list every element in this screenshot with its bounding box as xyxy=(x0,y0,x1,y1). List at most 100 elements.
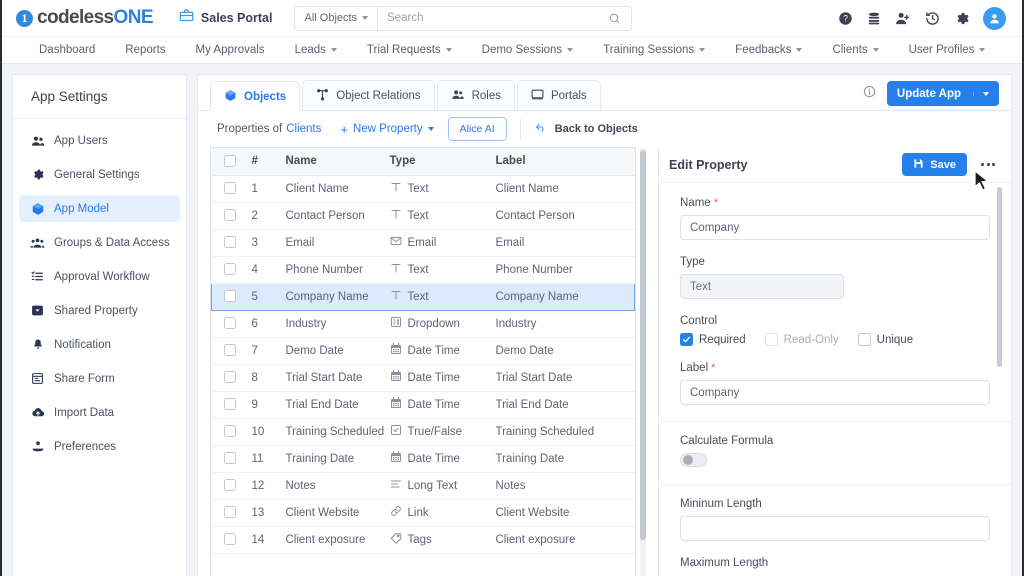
nav-item-dashboard[interactable]: Dashboard xyxy=(24,37,110,63)
row-select-cell[interactable] xyxy=(211,391,248,419)
back-to-objects-button[interactable]: Back to Objects xyxy=(534,122,638,137)
row-checkbox[interactable] xyxy=(223,344,236,357)
avatar[interactable] xyxy=(983,6,1006,30)
sidebar-item-share-form[interactable]: Share Form xyxy=(19,365,180,392)
row-name-cell[interactable]: Client Website xyxy=(285,499,390,527)
row-checkbox[interactable] xyxy=(223,290,236,303)
sidebar-item-groups-data-access[interactable]: Groups & Data Access xyxy=(19,229,180,256)
row-select-cell[interactable] xyxy=(211,364,248,392)
search-icon[interactable] xyxy=(608,12,631,25)
row-select-cell[interactable] xyxy=(211,202,248,230)
row-checkbox[interactable] xyxy=(223,317,236,330)
nav-item-leads[interactable]: Leads xyxy=(280,37,352,63)
table-row[interactable]: 10 Training Scheduled True/False Training S… xyxy=(211,418,635,446)
sidebar-item-import-data[interactable]: Import Data xyxy=(19,399,180,426)
select-all-checkbox[interactable] xyxy=(223,155,236,168)
row-select-cell[interactable] xyxy=(211,310,248,338)
sidebar-item-general-settings[interactable]: General Settings xyxy=(19,161,180,188)
row-name-cell[interactable]: Client exposure xyxy=(285,526,390,554)
save-button[interactable]: Save xyxy=(902,153,967,176)
row-name-cell[interactable]: Email xyxy=(285,229,390,257)
app-logo[interactable]: 1 codelessONE xyxy=(16,7,154,29)
row-name-cell[interactable]: Phone Number xyxy=(285,256,390,284)
row-name-cell[interactable]: Demo Date xyxy=(285,337,390,365)
sidebar-item-preferences[interactable]: Preferences xyxy=(19,433,180,460)
row-checkbox[interactable] xyxy=(223,209,236,222)
more-horizontal-icon[interactable] xyxy=(977,157,999,172)
nav-item-reports[interactable]: Reports xyxy=(110,37,180,63)
sidebar-item-app-users[interactable]: App Users xyxy=(19,127,180,154)
row-name-cell[interactable]: Training Date xyxy=(285,445,390,473)
new-property-button[interactable]: + New Property xyxy=(340,123,434,136)
add-user-icon[interactable] xyxy=(895,11,911,26)
row-select-cell[interactable] xyxy=(211,337,248,365)
row-select-cell[interactable] xyxy=(211,282,248,311)
update-app-dropdown[interactable] xyxy=(973,91,989,96)
table-scrollbar[interactable] xyxy=(640,148,646,576)
row-name-cell[interactable]: Industry xyxy=(285,310,390,338)
select-all-header[interactable] xyxy=(211,148,248,176)
minimum-length-field[interactable] xyxy=(680,516,990,541)
sidebar-item-app-model[interactable]: App Model xyxy=(19,195,180,222)
table-row[interactable]: 14 Client exposure Tags Client exposure xyxy=(211,526,635,554)
alice-ai-button[interactable]: Alice AI xyxy=(447,117,507,141)
search-input[interactable] xyxy=(378,12,609,24)
sidebar-item-approval-workflow[interactable]: Approval Workflow xyxy=(19,263,180,290)
row-checkbox[interactable] xyxy=(223,425,236,438)
row-name-cell[interactable]: Contact Person xyxy=(285,202,390,230)
tab-roles[interactable]: Roles xyxy=(436,80,515,110)
row-name-cell[interactable]: Company Name xyxy=(285,282,390,311)
name-field[interactable]: Company xyxy=(680,215,990,240)
table-row[interactable]: 1 Client Name Text Client Name xyxy=(211,175,635,203)
tab-object-relations[interactable]: Object Relations xyxy=(302,80,435,110)
row-select-cell[interactable] xyxy=(211,418,248,446)
search-scope-dropdown[interactable]: All Objects xyxy=(295,6,379,30)
nav-item-user-profiles[interactable]: User Profiles xyxy=(894,37,1001,63)
label-field[interactable]: Company xyxy=(680,380,990,405)
row-select-cell[interactable] xyxy=(211,445,248,473)
gear-icon[interactable] xyxy=(954,11,969,26)
table-row[interactable]: 5 Company Name Text Company Name xyxy=(211,282,635,311)
nav-item-training-sessions[interactable]: Training Sessions xyxy=(588,37,720,63)
unique-checkbox[interactable]: Unique xyxy=(857,333,913,346)
row-checkbox[interactable] xyxy=(223,479,236,492)
row-name-cell[interactable]: Training Scheduled xyxy=(285,418,390,446)
tab-portals[interactable]: Portals xyxy=(516,80,601,110)
row-select-cell[interactable] xyxy=(211,175,248,203)
row-name-cell[interactable]: Notes xyxy=(285,472,390,500)
row-select-cell[interactable] xyxy=(211,526,248,554)
nav-item-clients[interactable]: Clients xyxy=(817,37,893,63)
row-checkbox[interactable] xyxy=(223,182,236,195)
nav-item-my-approvals[interactable]: My Approvals xyxy=(181,37,280,63)
table-row[interactable]: 13 Client Website Link Client Website xyxy=(211,499,635,527)
table-row[interactable]: 3 Email Email Email xyxy=(211,229,635,257)
table-row[interactable]: 4 Phone Number Text Phone Number xyxy=(211,256,635,284)
row-select-cell[interactable] xyxy=(211,472,248,500)
update-app-button[interactable]: Update App xyxy=(886,81,999,106)
nav-item-trial-requests[interactable]: Trial Requests xyxy=(352,37,467,63)
database-icon[interactable] xyxy=(867,11,881,26)
panel-scrollbar[interactable] xyxy=(997,187,1002,367)
table-row[interactable]: 8 Trial Start Date Date Time Trial Start Da… xyxy=(211,364,635,392)
row-checkbox[interactable] xyxy=(223,371,236,384)
row-checkbox[interactable] xyxy=(223,398,236,411)
info-icon[interactable] xyxy=(863,85,876,103)
properties-object-link[interactable]: Clients xyxy=(286,123,321,135)
tab-objects[interactable]: Objects xyxy=(210,81,301,111)
nav-item-demo-sessions[interactable]: Demo Sessions xyxy=(467,37,589,63)
row-name-cell[interactable]: Trial Start Date xyxy=(285,364,390,392)
row-checkbox[interactable] xyxy=(223,533,236,546)
help-icon[interactable]: ? xyxy=(838,11,853,26)
required-checkbox[interactable]: Required xyxy=(680,333,746,346)
table-row[interactable]: 11 Training Date Date Time Training Date xyxy=(211,445,635,473)
sidebar-item-shared-property[interactable]: Shared Property xyxy=(19,297,180,324)
row-name-cell[interactable]: Trial End Date xyxy=(285,391,390,419)
row-checkbox[interactable] xyxy=(223,236,236,249)
portal-selector[interactable]: Sales Portal xyxy=(179,8,272,28)
row-select-cell[interactable] xyxy=(211,499,248,527)
table-row[interactable]: 6 Industry Dropdown Industry xyxy=(211,310,635,338)
table-row[interactable]: 2 Contact Person Text Contact Person xyxy=(211,202,635,230)
row-checkbox[interactable] xyxy=(223,263,236,276)
nav-item-feedbacks[interactable]: Feedbacks xyxy=(720,37,817,63)
row-checkbox[interactable] xyxy=(223,452,236,465)
